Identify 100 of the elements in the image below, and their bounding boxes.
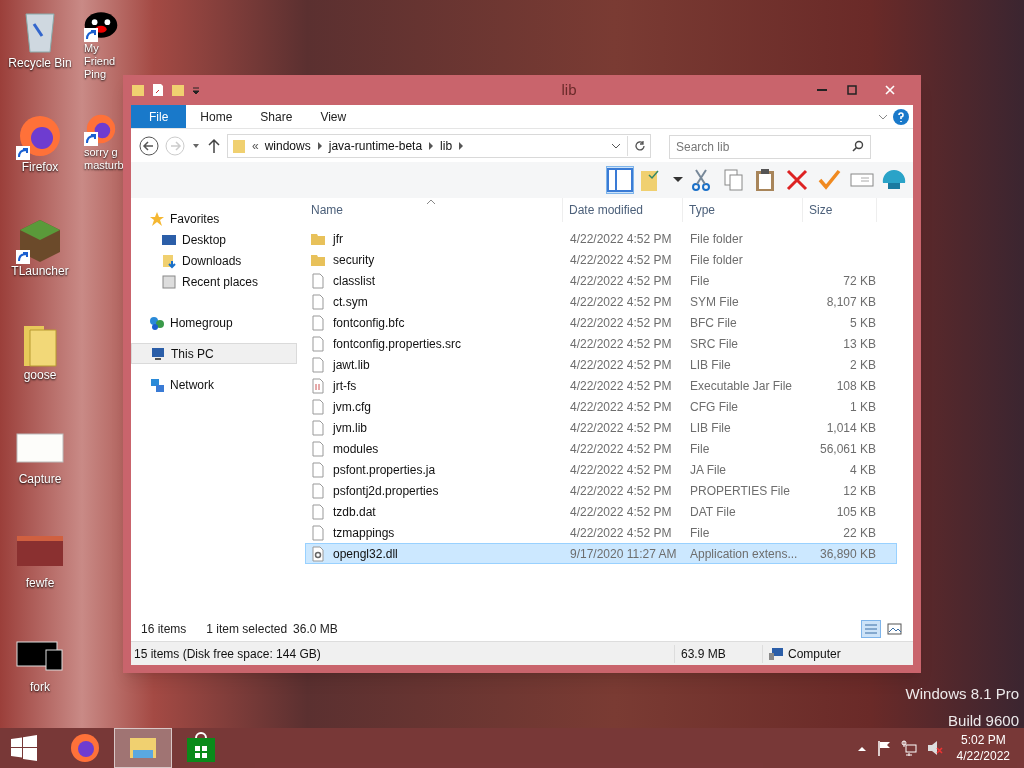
up-arrow-icon[interactable] [207, 137, 221, 154]
file-type: File [689, 524, 711, 542]
breadcrumb[interactable]: windows [264, 136, 311, 155]
ribbon-tab[interactable]: View [306, 105, 361, 128]
refresh-icon[interactable] [634, 139, 646, 152]
chevron-right-icon[interactable] [458, 141, 465, 150]
nav-item[interactable]: This PC [131, 343, 297, 364]
file-date: 4/22/2022 4:52 PM [569, 314, 673, 332]
item-count: 16 items [141, 621, 187, 638]
download-folder-icon [161, 252, 177, 269]
clock[interactable]: 5:02 PM 4/22/2022 [952, 732, 1014, 764]
file-icon [310, 419, 326, 436]
desktop-icon-label[interactable]: fork [30, 680, 50, 694]
help-icon[interactable] [893, 108, 909, 125]
file-name: tzdb.dat [333, 503, 376, 521]
selection-size: 36.0 MB [293, 621, 338, 638]
file-type: File folder [689, 230, 744, 248]
file-type: SYM File [689, 293, 740, 311]
file-icon [310, 440, 326, 457]
desktop-icon-label[interactable]: Recycle Bin [8, 56, 72, 70]
file-row[interactable]: security 4/22/2022 4:52 PM File folder [305, 249, 897, 270]
search-icon[interactable] [852, 139, 864, 152]
folder-icon[interactable] [131, 83, 145, 97]
desktop-icon-label[interactable]: Capture [18, 472, 62, 486]
file-row[interactable]: psfont.properties.ja 4/22/2022 4:52 PM JA File 4 KB [305, 459, 897, 480]
selection-count: 1 item selected [206, 621, 288, 638]
file-row[interactable]: psfontj2d.properties 4/22/2022 4:52 PM PROPERTIES File 12 KB [305, 480, 897, 501]
file-icon [310, 314, 326, 331]
file-size: 56,061 KB [818, 440, 877, 458]
flag-icon[interactable] [876, 740, 891, 756]
file-size: 72 KB [842, 272, 877, 290]
file-type: File folder [689, 251, 744, 269]
breadcrumb[interactable]: lib [440, 136, 453, 155]
nav-item[interactable]: Downloads [131, 250, 301, 271]
desktop-icon-label[interactable]: fewfe [25, 576, 55, 590]
file-row[interactable]: opengl32.dll 9/17/2020 11:27 AM Application extens... 36,890 KB [305, 543, 897, 564]
network-icon[interactable] [900, 740, 917, 756]
nav-item[interactable]: Recent places [131, 271, 301, 292]
file-name: jvm.lib [333, 419, 367, 437]
file-row[interactable]: fontconfig.bfc 4/22/2022 4:52 PM BFC File 5 KB [305, 312, 897, 333]
desktop-icon-label[interactable]: sorry g masturb [84, 146, 122, 172]
file-row[interactable]: jvm.cfg 4/22/2022 4:52 PM CFG File 1 KB [305, 396, 897, 417]
chevron-up-icon[interactable] [856, 744, 867, 752]
desktop-icon-label[interactable]: TLauncher [11, 264, 69, 278]
chevron-right-icon[interactable] [428, 141, 435, 150]
nav-item[interactable]: Desktop [131, 229, 301, 250]
file-row[interactable]: tzdb.dat 4/22/2022 4:52 PM DAT File 105 KB [305, 501, 897, 522]
breadcrumb-overflow[interactable]: « [252, 136, 259, 155]
file-row[interactable]: jawt.lib 4/22/2022 4:52 PM LIB File 2 KB [305, 354, 897, 375]
column-header[interactable]: Size [803, 198, 877, 222]
column-header[interactable]: Type [683, 198, 803, 222]
file-size: 13 KB [842, 335, 877, 353]
chevron-right-icon[interactable] [316, 141, 323, 150]
column-header[interactable]: Name [305, 198, 563, 222]
homegroup-icon [149, 314, 165, 331]
file-type: JA File [689, 461, 727, 479]
file-date: 9/17/2020 11:27 AM [569, 545, 678, 563]
file-icon [310, 398, 326, 415]
address-bar[interactable]: « windows java-runtime-beta lib [227, 133, 651, 158]
file-date: 4/22/2022 4:52 PM [569, 461, 673, 479]
search-field[interactable]: Search lib [669, 134, 871, 159]
computer-icon [768, 646, 784, 661]
breadcrumb[interactable]: java-runtime-beta [328, 136, 423, 155]
back-icon[interactable] [139, 135, 159, 156]
file-row[interactable]: tzmappings 4/22/2022 4:52 PM File 22 KB [305, 522, 897, 543]
os-version-text: Windows 8.1 Pro [905, 684, 1019, 704]
nav-item[interactable]: Favorites [131, 208, 297, 229]
file-size: 4 KB [849, 461, 877, 479]
file-name: fontconfig.bfc [333, 314, 405, 332]
minimize-icon [817, 89, 827, 91]
large-icons-view-icon[interactable] [887, 622, 903, 636]
file-row[interactable]: classlist 4/22/2022 4:52 PM File 72 KB [305, 270, 897, 291]
ribbon-tab[interactable]: Share [246, 105, 307, 128]
preview-pane-icon[interactable] [607, 167, 633, 193]
store-bag-icon [185, 732, 217, 764]
file-row[interactable]: modules 4/22/2022 4:52 PM File 56,061 KB [305, 438, 897, 459]
muted-speaker-icon[interactable] [926, 740, 943, 756]
file-row[interactable]: jfr 4/22/2022 4:52 PM File folder [305, 228, 897, 249]
nav-item[interactable]: Homegroup [131, 312, 297, 333]
file-icon [310, 503, 326, 520]
file-row[interactable]: jvm.lib 4/22/2022 4:52 PM LIB File 1,014 KB [305, 417, 897, 438]
file-size: 105 KB [835, 503, 877, 521]
ribbon-tab[interactable]: Home [186, 105, 247, 128]
file-row[interactable]: fontconfig.properties.src 4/22/2022 4:52 PM SRC File 13 KB [305, 333, 897, 354]
os-version-text: Build 9600 [948, 710, 1019, 731]
file-row[interactable]: ct.sym 4/22/2022 4:52 PM SYM File 8,107 KB [305, 291, 897, 312]
file-icon [310, 524, 326, 541]
ribbon-tab[interactable]: File [131, 105, 187, 128]
desktop-icon-label[interactable]: Firefox [21, 160, 59, 174]
file-name: opengl32.dll [333, 545, 398, 563]
gear-file-icon [310, 545, 326, 562]
desktop-icon-label[interactable]: goose [23, 368, 57, 382]
file-name: modules [333, 440, 379, 458]
folder-icon [232, 137, 246, 154]
file-type: LIB File [689, 356, 732, 374]
new-folder-icon[interactable] [171, 83, 185, 97]
properties-icon[interactable] [151, 83, 165, 97]
column-header[interactable]: Date modified [563, 198, 683, 222]
file-row[interactable]: jrt-fs 4/22/2022 4:52 PM Executable Jar File 108 KB [305, 375, 897, 396]
nav-item[interactable]: Network [131, 374, 297, 395]
